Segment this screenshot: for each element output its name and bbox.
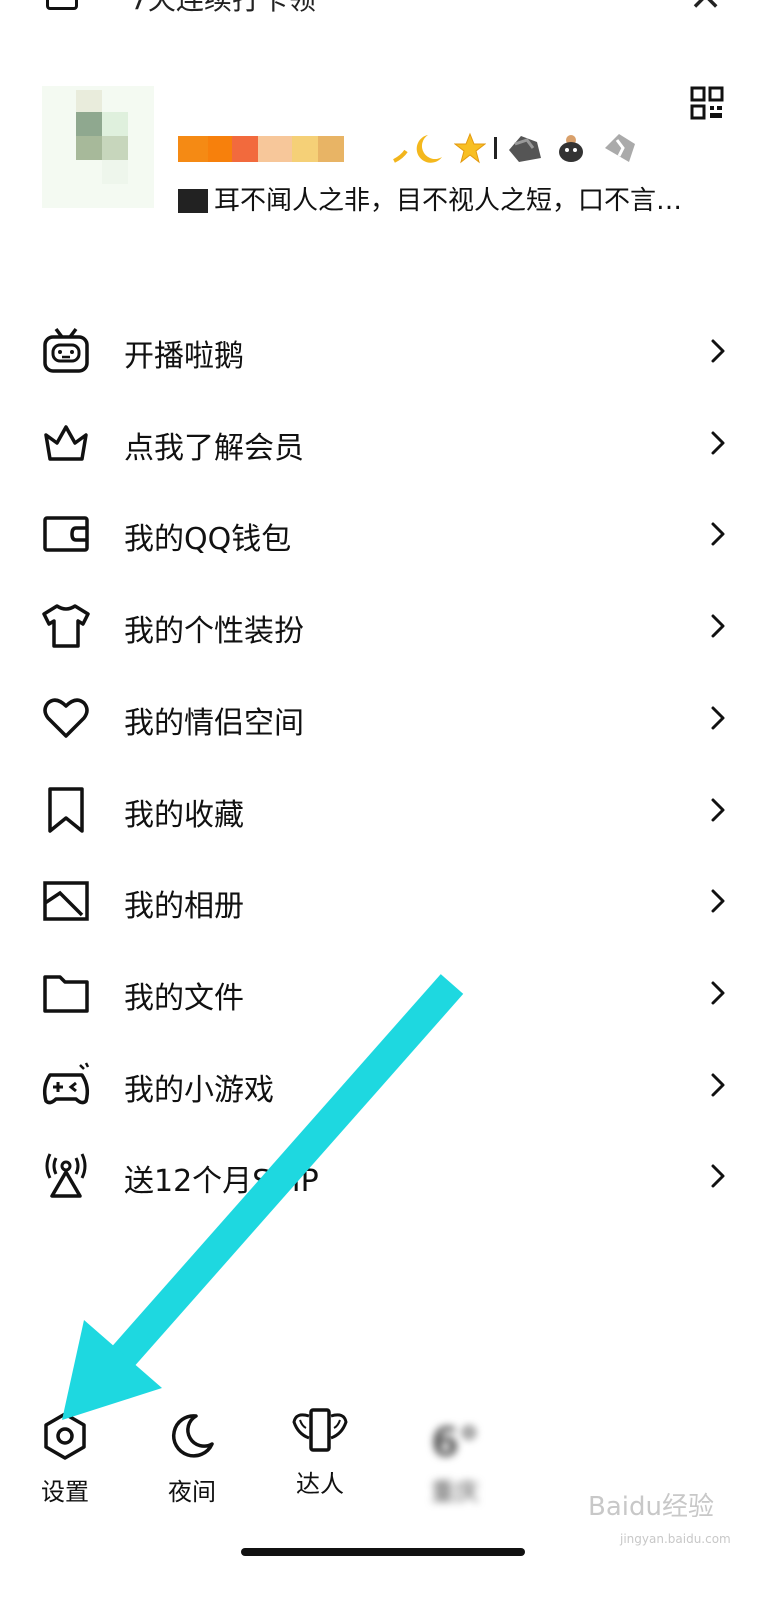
- level-badges[interactable]: [388, 128, 641, 168]
- menu-item[interactable]: 我的文件: [0, 967, 782, 1059]
- image-icon: [43, 881, 89, 921]
- chevron-right-icon: [711, 706, 725, 730]
- star-badge-icon: [454, 132, 486, 164]
- checkin-banner[interactable]: 7天连续打卡领 ×: [0, 0, 782, 20]
- signature-mask: [178, 189, 208, 213]
- penguin-badge-icon: [559, 135, 583, 162]
- menu-item[interactable]: 我的小游戏: [0, 1059, 782, 1151]
- signature-text: 耳不闻人之非，目不视人之短，口不言…: [214, 186, 683, 216]
- wing-badge-icon: [605, 134, 635, 162]
- chevron-right-icon: [711, 1073, 725, 1097]
- shirt-icon: [42, 604, 90, 648]
- menu-item-label: 我的小游戏: [124, 1072, 274, 1108]
- nickname-pixel: [178, 136, 208, 162]
- settings-button[interactable]: 设置: [20, 1410, 110, 1507]
- checkin-banner-text: 7天连续打卡领: [130, 0, 316, 18]
- menu-item[interactable]: 我的收藏: [0, 784, 782, 876]
- chevron-right-icon: [711, 431, 725, 455]
- expert-label: 达人: [296, 1470, 344, 1498]
- nickname-pixel: [232, 136, 258, 162]
- menu-item[interactable]: 开播啦鹅: [0, 325, 782, 417]
- close-icon[interactable]: ×: [688, 0, 723, 19]
- menu-item-label: 我的情侣空间: [124, 705, 304, 741]
- watermark-url: jingyan.baidu.com: [620, 1532, 731, 1546]
- chevron-right-icon: [711, 614, 725, 638]
- menu-item-label: 我的个性装扮: [124, 614, 304, 650]
- nickname-pixel: [292, 136, 318, 162]
- settings-icon: [44, 1412, 86, 1460]
- menu-item-label: 我的相册: [124, 889, 244, 925]
- nickname: [178, 136, 344, 162]
- watermark: Baidu经验: [588, 1492, 714, 1522]
- chevron-right-icon: [711, 1164, 725, 1188]
- menu-item[interactable]: 我的相册: [0, 875, 782, 967]
- antenna-icon: [45, 1153, 87, 1199]
- settings-label: 设置: [41, 1478, 89, 1506]
- wings-icon: [292, 1408, 348, 1452]
- menu-item-label: 点我了解会员: [124, 430, 304, 466]
- menu-item[interactable]: 点我了解会员: [0, 417, 782, 509]
- chevron-right-icon: [711, 339, 725, 363]
- night-mode-label: 夜间: [168, 1478, 216, 1506]
- heart-icon: [43, 698, 89, 738]
- chevron-right-icon: [711, 981, 725, 1005]
- personal-signature[interactable]: 耳不闻人之非，目不视人之短，口不言…: [178, 180, 718, 217]
- badge-divider: [494, 137, 497, 159]
- wallet-icon: [43, 516, 89, 553]
- home-indicator[interactable]: [241, 1548, 525, 1556]
- menu-item-label: 开播啦鹅: [124, 339, 244, 374]
- qr-code-icon[interactable]: [690, 86, 724, 120]
- chevron-right-icon: [711, 889, 725, 913]
- night-mode-button[interactable]: 夜间: [147, 1410, 237, 1507]
- folder-icon: [43, 975, 89, 1013]
- weather-temperature: 6°: [431, 1420, 479, 1466]
- menu-item[interactable]: 我的QQ钱包: [0, 508, 782, 600]
- avatar[interactable]: [42, 86, 154, 208]
- nickname-pixel: [258, 136, 292, 162]
- expert-button[interactable]: 达人: [275, 1404, 365, 1499]
- menu-item-label: 我的收藏: [124, 797, 244, 833]
- tv-icon: [43, 327, 89, 373]
- chevron-right-icon: [711, 522, 725, 546]
- menu-item-label: 我的文件: [124, 980, 244, 1016]
- menu-item[interactable]: 我的情侣空间: [0, 692, 782, 784]
- bird-badge-icon: [509, 136, 541, 162]
- menu-item-label: 我的QQ钱包: [124, 522, 292, 558]
- menu-item-label: 送12个月SVIP: [124, 1164, 319, 1200]
- chevron-right-icon: [711, 798, 725, 821]
- moon-icon: [171, 1414, 214, 1458]
- gamepad-icon: [42, 1062, 90, 1104]
- nickname-pixel: [208, 136, 232, 162]
- weather-city: 重庆: [431, 1478, 479, 1506]
- bookmark-icon: [48, 786, 84, 833]
- calendar-icon: [46, 0, 78, 10]
- menu-item[interactable]: 送12个月SVIP: [0, 1150, 782, 1242]
- menu-item[interactable]: 我的个性装扮: [0, 600, 782, 692]
- weather-button[interactable]: 6° 重庆: [410, 1420, 500, 1507]
- nickname-pixel: [318, 136, 344, 162]
- moon-badge-icon: [393, 135, 442, 163]
- crown-icon: [44, 424, 88, 461]
